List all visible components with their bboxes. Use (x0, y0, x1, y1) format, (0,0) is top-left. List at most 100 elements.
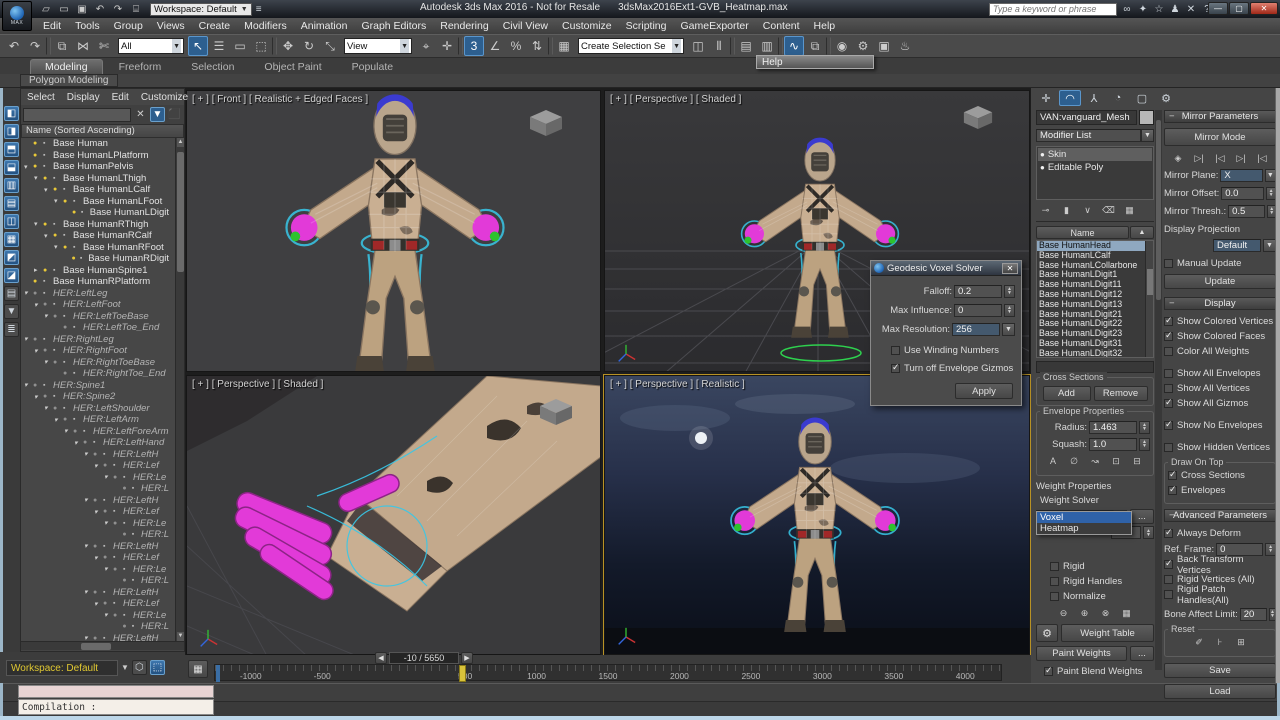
tree-item[interactable]: HER:LeftH (21, 587, 169, 599)
expand-arrow-icon[interactable] (34, 174, 41, 182)
viewport-layout-icon-4[interactable]: ⬓ (4, 160, 19, 175)
workspace-selector[interactable]: Workspace: Default ▼ (150, 3, 252, 16)
paste-envelope-icon[interactable]: ⊟ (1129, 454, 1146, 468)
visibility-bulb-icon[interactable] (63, 324, 71, 331)
bone-list-item[interactable]: Base HumanLDigit31 (1037, 339, 1147, 349)
explorer-search-input[interactable] (23, 108, 131, 122)
tree-item[interactable]: Base Human (21, 138, 169, 150)
visibility-bulb-icon[interactable] (83, 439, 91, 446)
visibility-bulb-icon[interactable] (93, 451, 101, 458)
expand-arrow-icon[interactable] (34, 220, 41, 228)
utilities-tab[interactable]: ⚙ (1155, 90, 1177, 106)
visibility-bulb-icon[interactable] (113, 520, 121, 527)
toolbar-icon[interactable] (458, 37, 463, 55)
checkbox-box[interactable] (1164, 575, 1173, 584)
checkbox[interactable]: Use Winding Numbers (891, 344, 1015, 357)
tree-item[interactable]: HER:LeftShoulder (21, 403, 169, 415)
expand-arrow-icon[interactable] (44, 358, 51, 366)
exclude-selected-icon[interactable]: ⊖ (1055, 606, 1072, 620)
command-panel-edge-scrollbar[interactable] (1275, 88, 1280, 683)
tree-item[interactable]: Base HumanLPlatform (21, 150, 169, 162)
expand-arrow-icon[interactable] (74, 439, 81, 447)
visibility-bulb-icon[interactable] (33, 278, 41, 285)
mirror-paste-icon[interactable]: ◈ (1170, 151, 1187, 165)
checkbox-box[interactable] (1164, 421, 1173, 430)
expand-arrow-icon[interactable] (84, 588, 91, 596)
checkbox[interactable]: Show No Envelopes (1164, 419, 1276, 432)
menu-item[interactable]: Scripting (619, 18, 674, 34)
use-pivot-point-icon[interactable]: ⌖ (416, 36, 436, 56)
checkbox[interactable]: Show All Vertices (1164, 382, 1276, 395)
expand-arrow-icon[interactable] (104, 611, 111, 619)
explorer-menu-item[interactable]: Edit (106, 92, 135, 103)
checkbox-box[interactable] (1168, 471, 1177, 480)
expand-arrow-icon[interactable] (64, 427, 71, 435)
expand-arrow-icon[interactable] (34, 393, 41, 401)
tree-item[interactable]: HER:Lef (21, 598, 169, 610)
tree-item[interactable]: HER:RightToe_End (21, 368, 169, 380)
visibility-bulb-icon[interactable] (33, 336, 41, 343)
render-production-icon[interactable]: ♨ (895, 36, 915, 56)
tree-item[interactable]: HER:L (21, 621, 169, 633)
save-file-icon[interactable]: ▣ (74, 2, 90, 16)
selection-lock-icon[interactable]: ⬚ (150, 660, 165, 675)
tree-item[interactable]: HER:Lef (21, 460, 169, 472)
bone-list-item[interactable]: Base HumanLCollarbone (1037, 261, 1147, 271)
bone-list-item[interactable]: Base HumanLDigit13 (1037, 300, 1147, 310)
tree-item[interactable]: HER:Spine2 (21, 391, 169, 403)
modifier-list-dropdown[interactable]: Modifier List (1036, 129, 1141, 142)
checkbox-box[interactable] (1168, 486, 1177, 495)
material-editor-icon[interactable]: ◉ (832, 36, 852, 56)
visibility-bulb-icon[interactable] (43, 393, 51, 400)
toolbar-icon[interactable] (826, 37, 831, 55)
checkbox[interactable]: Normalize (1050, 590, 1154, 603)
previous-frame-arrow[interactable]: ◀ (375, 652, 387, 664)
tree-item[interactable]: HER:Le (21, 610, 169, 622)
select-and-scale-icon[interactable]: ⤡ (320, 36, 340, 56)
checkbox-box[interactable] (1050, 577, 1059, 586)
checkbox[interactable]: Show Colored Vertices (1164, 315, 1276, 328)
toolbar-icon[interactable] (730, 37, 735, 55)
minimize-button[interactable]: — (1208, 2, 1228, 15)
explorer-menu-item[interactable]: Customize (135, 92, 194, 103)
add-cross-section-button[interactable]: Add (1043, 386, 1091, 401)
visibility-bulb-icon[interactable] (33, 140, 41, 147)
checkbox[interactable]: Show Colored Faces (1164, 330, 1276, 343)
search-binoculars-icon[interactable]: ∞ (1120, 2, 1134, 16)
tree-item[interactable]: HER:LeftForeArm (21, 426, 169, 438)
spinner-buttons[interactable] (1143, 526, 1154, 539)
visibility-bulb-icon[interactable] (43, 347, 51, 354)
value-field[interactable]: X (1220, 169, 1262, 182)
visibility-bulb-icon[interactable] (113, 566, 121, 573)
clear-search-icon[interactable]: ✕ (133, 107, 148, 122)
viewport-layout-icon-5[interactable]: ▥ (4, 178, 19, 193)
exchange-apps-icon[interactable]: ✕ (1184, 2, 1198, 16)
tree-item[interactable]: HER:Le (21, 518, 169, 530)
project-folder-icon[interactable]: ⌸ (128, 2, 144, 16)
tree-item[interactable]: Base HumanRPlatform (21, 276, 169, 288)
unlink-selection-icon[interactable]: ⋈ (73, 36, 93, 56)
bone-list-name-header[interactable]: Name (1036, 226, 1129, 239)
menu-item[interactable]: Rendering (433, 18, 495, 34)
weight-table-button[interactable]: Weight Table (1061, 624, 1154, 642)
value-field[interactable]: 0.5 (1228, 205, 1265, 218)
close-button[interactable]: ✕ (1250, 2, 1278, 15)
workspace-dropdown[interactable]: Workspace: Default (6, 660, 118, 676)
time-slider-ruler[interactable]: -1000-5005001000150020002500300035004000 (214, 664, 1002, 681)
tree-item[interactable]: HER:L (21, 575, 169, 587)
checkbox-box[interactable] (1050, 592, 1059, 601)
tree-item[interactable]: HER:LeftArm (21, 414, 169, 426)
make-unique-icon[interactable]: ∨ (1078, 203, 1097, 218)
paint-blend-weights-checkbox[interactable]: Paint Blend Weights (1044, 665, 1154, 678)
checkbox-box[interactable] (1164, 317, 1173, 326)
checkbox[interactable]: Rigid (1050, 560, 1154, 573)
workspace-menu-icon[interactable]: ≡ (252, 2, 266, 16)
curve-editor-icon[interactable]: ∿ (784, 36, 804, 56)
checkbox[interactable]: Rigid Patch Handles(All) (1164, 588, 1276, 601)
percent-snap-icon[interactable]: % (506, 36, 526, 56)
tree-item[interactable]: HER:LeftH (21, 495, 169, 507)
open-mini-curve-editor-button[interactable]: ▦ (188, 660, 208, 678)
visibility-bulb-icon[interactable] (63, 244, 71, 251)
visibility-bulb-icon[interactable] (113, 474, 121, 481)
tree-item[interactable]: HER:LeftHand (21, 437, 169, 449)
